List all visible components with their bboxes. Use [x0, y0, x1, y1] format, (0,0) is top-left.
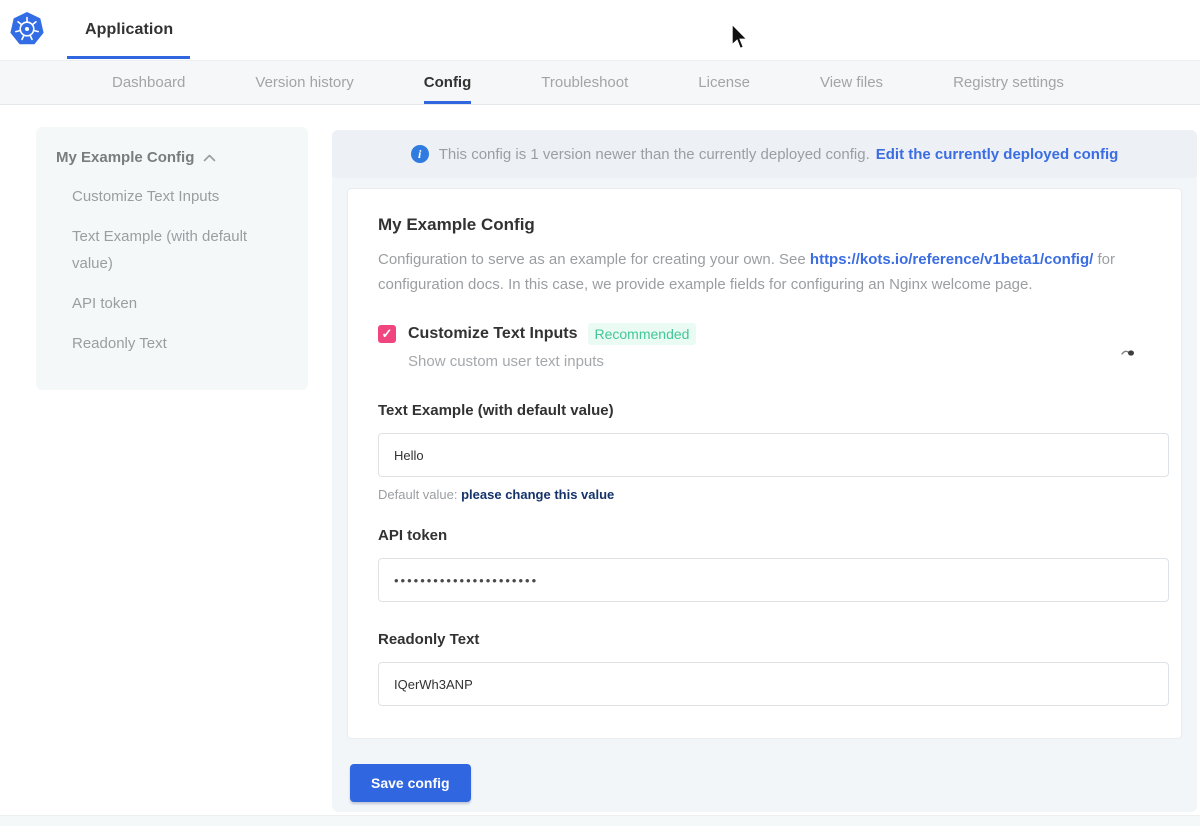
text-example-default-hint: Default value: please change this value	[378, 487, 1151, 502]
app-header: Application	[0, 0, 1200, 60]
config-form-card: My Example Config Configuration to serve…	[347, 188, 1182, 739]
info-icon: i	[411, 145, 429, 163]
save-config-row: Save config	[332, 739, 1197, 827]
app-subnav: Dashboard Version history Config Trouble…	[0, 60, 1200, 105]
tab-application-active-indicator	[67, 56, 190, 59]
api-token-input[interactable]	[378, 558, 1169, 602]
sidebar-item-text-example[interactable]: Text Example (with default value)	[72, 223, 277, 277]
config-group-description: Configuration to serve as an example for…	[378, 247, 1151, 297]
sidebar-item-api-token[interactable]: API token	[72, 290, 277, 317]
customize-text-inputs-row: ✓ Customize Text Inputs Recommended	[378, 323, 1151, 345]
config-group-title: My Example Config	[378, 215, 1151, 235]
recommended-badge: Recommended	[588, 323, 697, 345]
sidebar-item-readonly-text[interactable]: Readonly Text	[72, 330, 277, 357]
tab-version-history[interactable]: Version history	[255, 61, 353, 104]
tab-registry-settings[interactable]: Registry settings	[953, 61, 1064, 104]
readonly-text-input[interactable]	[378, 662, 1169, 706]
tab-dashboard[interactable]: Dashboard	[112, 61, 185, 104]
tab-application[interactable]: Application	[85, 0, 173, 60]
sidebar-item-list: Customize Text Inputs Text Example (with…	[56, 183, 288, 357]
default-value-text: please change this value	[461, 487, 614, 502]
description-text-before: Configuration to serve as an example for…	[378, 251, 810, 268]
config-sidebar: My Example Config Customize Text Inputs …	[36, 127, 308, 390]
banner-text: This config is 1 version newer than the …	[439, 146, 870, 163]
sidebar-group-title: My Example Config	[56, 149, 194, 166]
kots-admin-console: { "header": { "app_tab_label": "Applicat…	[0, 0, 1200, 826]
sidebar-group-toggle[interactable]: My Example Config	[56, 149, 288, 166]
config-main-area: i This config is 1 version newer than th…	[332, 130, 1197, 812]
sidebar-item-customize-text-inputs[interactable]: Customize Text Inputs	[72, 183, 277, 210]
customize-text-inputs-help: Show custom user text inputs	[408, 351, 1151, 373]
customize-text-inputs-checkbox[interactable]: ✓	[378, 325, 396, 343]
text-example-label: Text Example (with default value)	[378, 401, 1151, 421]
edit-deployed-config-link[interactable]: Edit the currently deployed config	[876, 146, 1119, 163]
customize-text-inputs-label[interactable]: Customize Text Inputs	[408, 325, 578, 343]
kubernetes-logo-icon[interactable]	[9, 11, 45, 47]
footer-strip	[0, 815, 1200, 826]
tab-troubleshoot[interactable]: Troubleshoot	[541, 61, 628, 104]
text-example-input[interactable]	[378, 433, 1169, 477]
save-config-button[interactable]: Save config	[350, 764, 471, 802]
default-value-label: Default value:	[378, 487, 461, 502]
tab-config[interactable]: Config	[424, 61, 471, 104]
kots-reference-link[interactable]: https://kots.io/reference/v1beta1/config…	[810, 251, 1093, 268]
tab-view-files[interactable]: View files	[820, 61, 883, 104]
api-token-label: API token	[378, 526, 1151, 546]
readonly-text-label: Readonly Text	[378, 630, 1151, 650]
chevron-up-icon	[203, 154, 216, 162]
version-info-banner: i This config is 1 version newer than th…	[332, 130, 1197, 178]
tab-license[interactable]: License	[698, 61, 750, 104]
